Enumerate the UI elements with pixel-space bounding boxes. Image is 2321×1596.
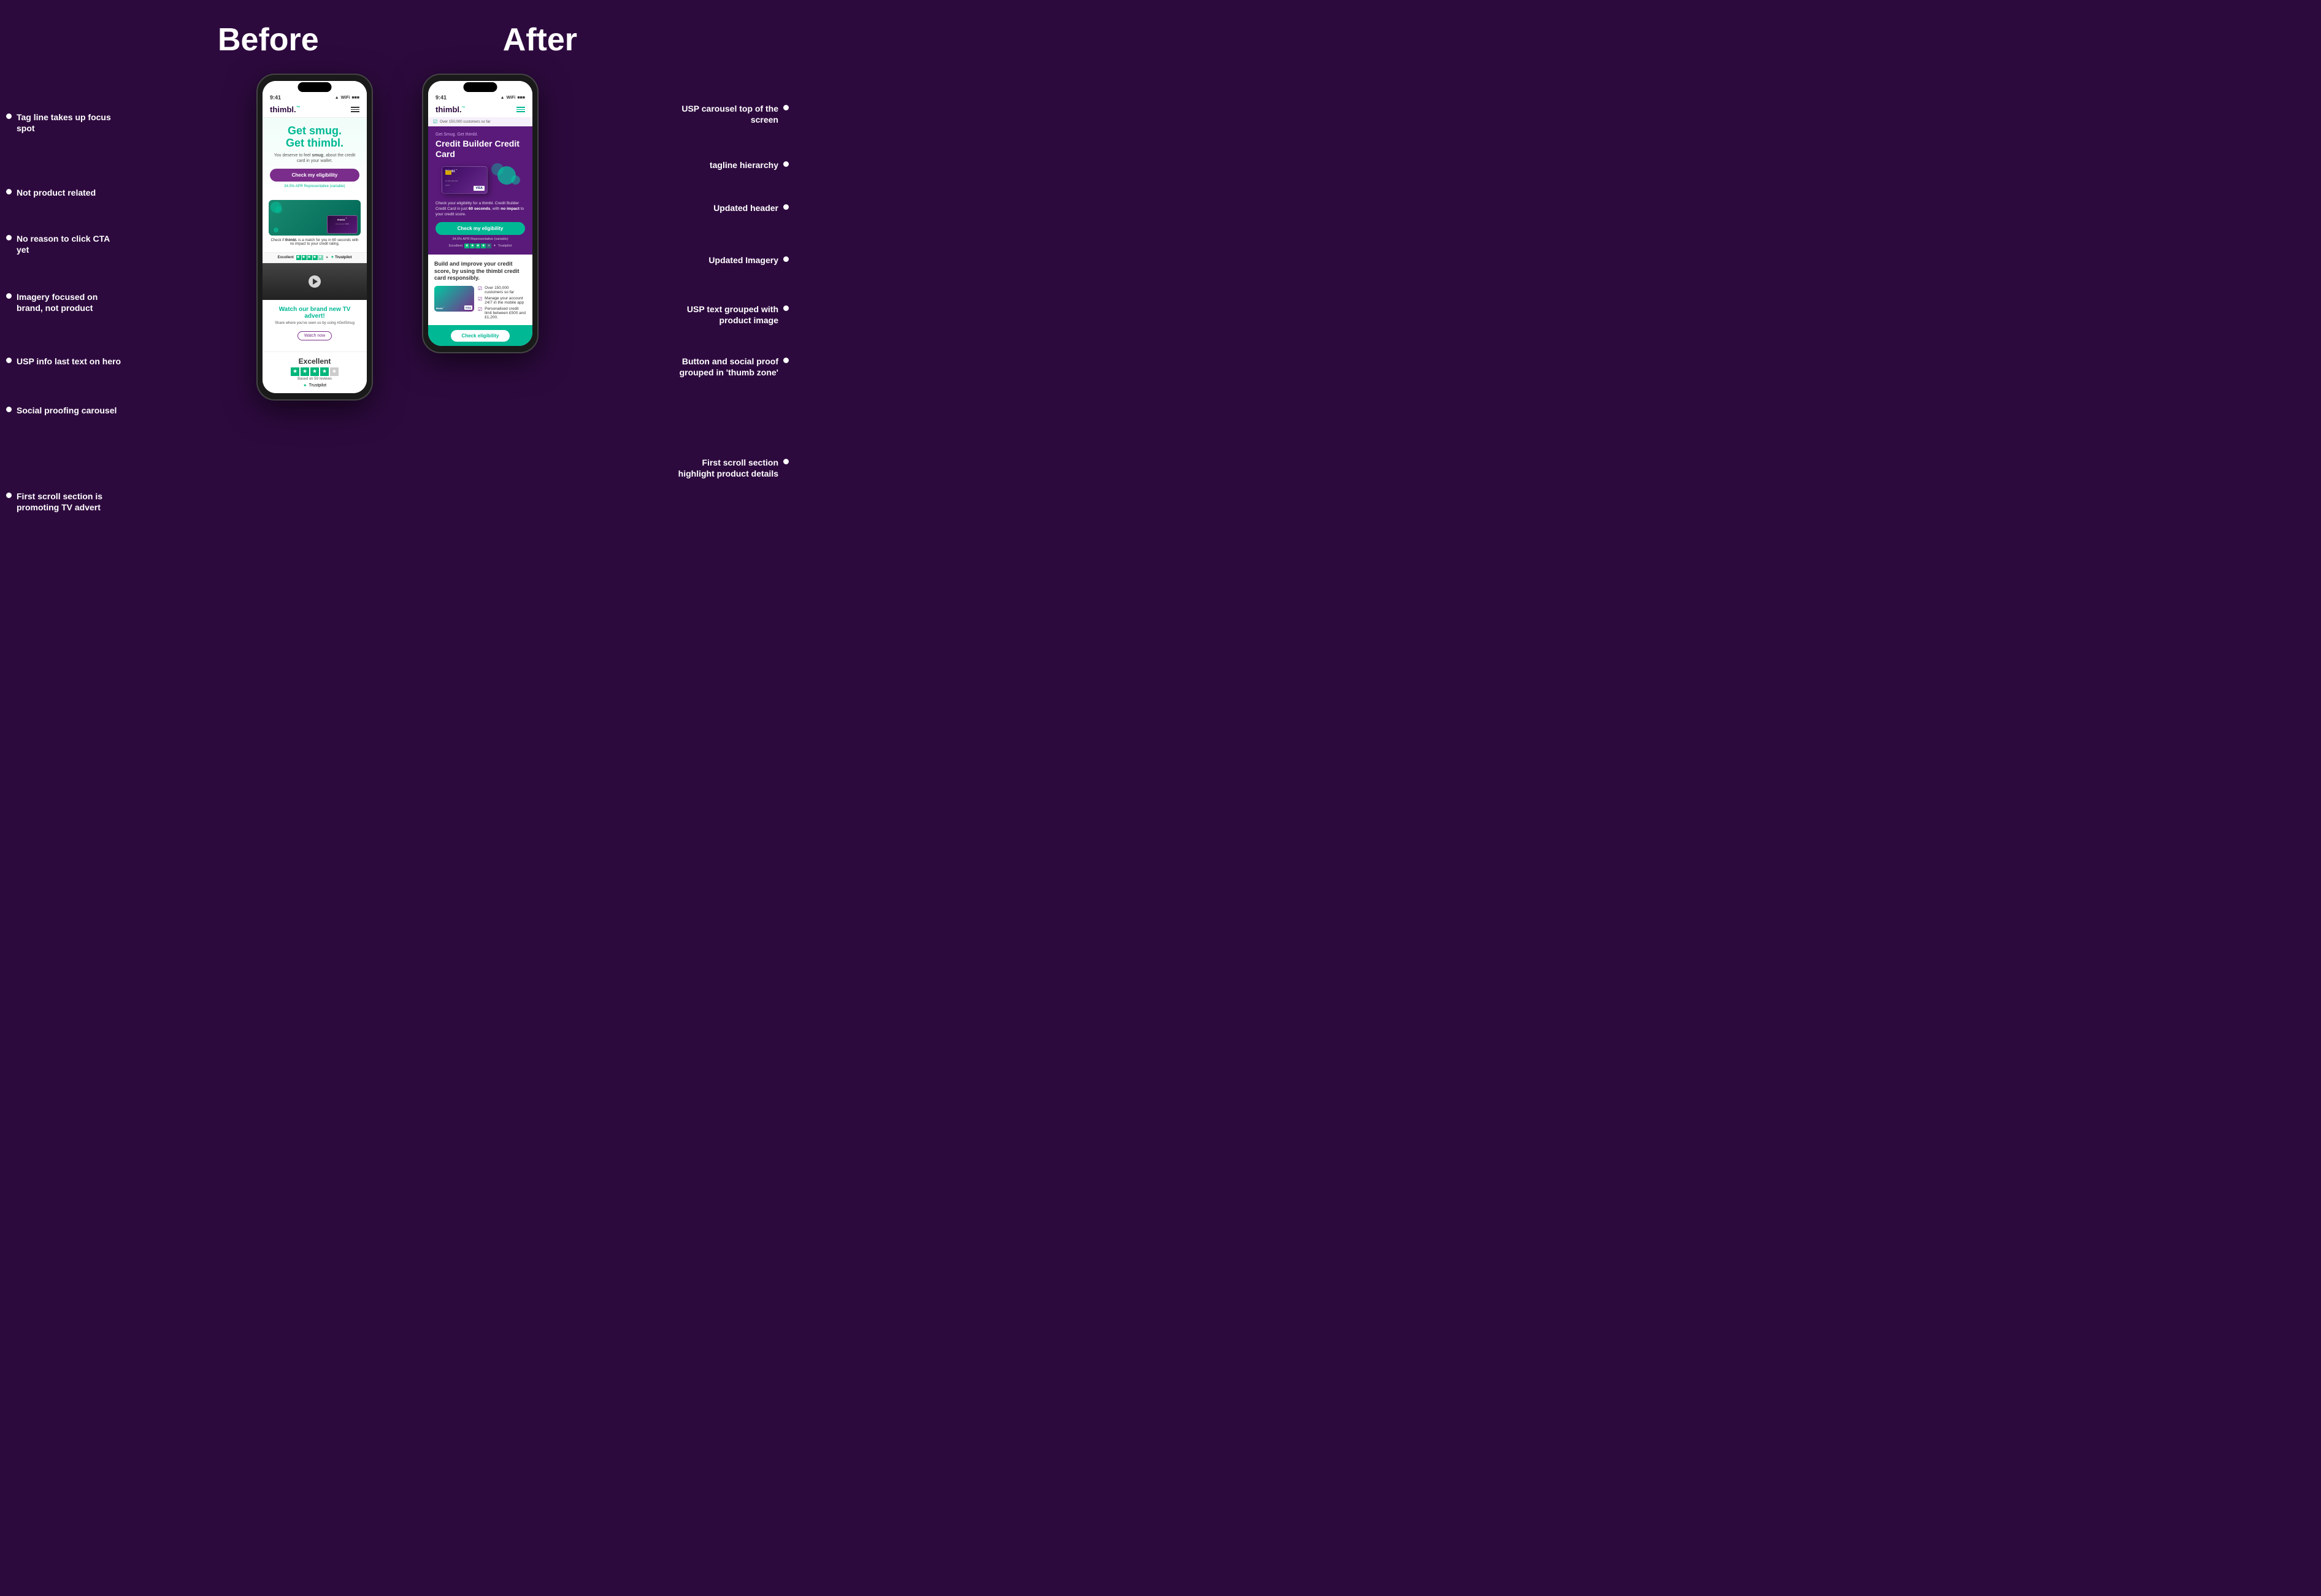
after-cta-button[interactable]: Check my eligibility — [435, 222, 525, 235]
after-logo: thimbl.™ — [435, 105, 466, 114]
annotation-updated-imagery: Updated Imagery — [708, 255, 789, 266]
annotation-not-product: Not product related — [6, 187, 96, 198]
feature-item-1: ☑ Over 150,000 customers so far — [478, 286, 526, 294]
after-status-icons: ▲ WiFi ■■■ — [501, 96, 525, 100]
before-screen: 9:41 ▲ WiFi ■■■ thimbl.™ — [263, 81, 367, 393]
annotation-first-scroll-right: First scroll section highlight product d… — [666, 457, 789, 479]
titles-row: Before After — [0, 0, 795, 58]
before-tv-title: Watch our brand new TV advert! — [269, 306, 361, 320]
after-scroll-title: Build and improve your credit score, by … — [434, 261, 526, 282]
bullet-dot — [6, 358, 12, 363]
after-card-visual: thimbl.™ •• •••• •••• •••• 12/27 VISA — [435, 163, 525, 197]
annotation-no-reason: No reason to click CTA yet — [6, 233, 123, 255]
before-trustpilot-text: Trustpilot — [309, 383, 327, 388]
feature-item-2: ☑ Manage your account 24/7 in the mobile… — [478, 296, 526, 305]
annotation-updated-header: Updated header — [713, 202, 789, 213]
before-play-button[interactable] — [309, 275, 321, 288]
before-tv-section: Watch our brand new TV advert! Share whe… — [263, 300, 367, 351]
after-nav: thimbl.™ — [428, 102, 532, 117]
bullet-dot — [6, 493, 12, 498]
after-phone-frame: 9:41 ▲ WiFi ■■■ thimbl.™ — [422, 74, 539, 353]
card-overlay: thimbl.™ •••• •••• •••• 1234 — [327, 215, 358, 234]
main-wrapper: Before After Tag line takes up focus spo… — [0, 0, 795, 548]
annotation-tagline: Tag line takes up focus spot — [6, 112, 123, 134]
after-screen: 9:41 ▲ WiFi ■■■ thimbl.™ — [428, 81, 532, 346]
before-watch-button[interactable]: Watch now — [297, 331, 332, 340]
after-usp-banner: ☑ Over 150,000 customers so far — [428, 117, 532, 126]
after-feature-list: ☑ Over 150,000 customers so far ☑ Manage… — [478, 286, 526, 321]
after-scroll-section: Build and improve your credit score, by … — [428, 255, 532, 325]
dynamic-island-after — [464, 82, 497, 92]
usp-check-icon: ☑ — [433, 119, 437, 125]
before-trustpilot-bar: Excellent ★ ✦ Trustpilot — [263, 252, 367, 263]
credit-card-image: thimbl.™ •• •••• •••• •••• 12/27 VISA — [442, 166, 488, 194]
before-phone: 9:41 ▲ WiFi ■■■ thimbl.™ — [256, 74, 373, 401]
annotation-tagline-hierarchy: tagline hierarchy — [710, 159, 789, 171]
after-apr: 34.5% APR Representative (variable) — [435, 237, 525, 241]
annotation-usp-carousel: USP carousel top of the screen — [666, 103, 789, 125]
annotation-first-scroll: First scroll section is promoting TV adv… — [6, 491, 123, 513]
after-bottom-cta-button[interactable]: Check eligibility — [451, 330, 510, 342]
before-apr: 34.5% APR Representative (variable) — [270, 185, 359, 188]
after-usp-banner-text: Over 150,000 customers so far — [440, 120, 490, 124]
bullet-dot — [6, 407, 12, 412]
before-sub-text: You deserve to feel smug, about the cred… — [270, 153, 359, 164]
after-stars: ★ ★ ★ ★ ★ — [464, 244, 491, 248]
before-check-text: Check if thimbl. is a match for you in 6… — [269, 239, 361, 246]
before-time: 9:41 — [270, 94, 281, 101]
dynamic-island-before — [298, 82, 332, 92]
after-trustpilot: Excellent ★ ★ ★ ★ ★ ✦ Trustpilot — [435, 244, 525, 248]
before-hero-image: thimbl.™ •••• •••• •••• 1234 — [269, 200, 361, 236]
before-trustpilot-logo: ✦ Trustpilot — [331, 255, 351, 259]
after-scroll-card: thimbl.™ VISA — [434, 286, 474, 312]
before-tagline: Get smug. Get thimbl. — [270, 125, 359, 150]
annotation-usp-info: USP info last text on hero — [6, 356, 121, 367]
before-trustpilot-full: ✦ Trustpilot — [267, 383, 362, 388]
annotation-social-proof: Social proofing carousel — [6, 405, 117, 416]
before-tv-sub: Share where you've seen us by using #Get… — [269, 321, 361, 325]
bullet-dot — [6, 189, 12, 194]
after-main-title: Credit Builder Credit Card — [435, 139, 525, 159]
feature-item-3: ☑ Personalised credit limit between £500… — [478, 307, 526, 320]
annotation-button-social: Button and social proof grouped in 'thum… — [666, 356, 789, 378]
bullet-dot — [6, 293, 12, 299]
after-hamburger[interactable] — [516, 107, 525, 112]
bullet-dot — [6, 113, 12, 119]
after-phone: 9:41 ▲ WiFi ■■■ thimbl.™ — [422, 74, 539, 353]
annotation-usp-grouped: USP text grouped with product image — [666, 304, 789, 326]
before-nav: thimbl.™ — [263, 102, 367, 118]
play-triangle — [313, 278, 318, 285]
before-video-section — [263, 263, 367, 300]
before-status-icons: ▲ WiFi ■■■ — [335, 96, 359, 100]
before-hamburger[interactable] — [351, 107, 359, 112]
before-excellent-section: Excellent ★ ★ ★ ★ ★ Based on 59 reviews … — [263, 351, 367, 393]
before-hero: Get smug. Get thimbl. You deserve to fee… — [263, 118, 367, 196]
after-card-features-row: thimbl.™ VISA ☑ Over 150,000 customers s… — [434, 286, 526, 321]
after-hero: Get Smug. Get thimbl. Credit Builder Cre… — [428, 126, 532, 255]
before-stars — [296, 255, 323, 260]
before-excellent-stars: ★ ★ ★ ★ ★ — [267, 367, 362, 376]
after-bottom-cta: Check eligibility — [428, 325, 532, 346]
before-excellent-title: Excellent — [267, 357, 362, 366]
after-usp-text: Check your eligibility for a thimbl. Cre… — [435, 201, 525, 217]
before-based-on: Based on 59 reviews — [267, 377, 362, 381]
before-title: Before — [218, 21, 319, 58]
after-small-tag: Get Smug. Get thimbl. — [435, 132, 525, 137]
bullet-dot — [6, 235, 12, 240]
annotation-imagery: Imagery focused on brand, not product — [6, 291, 123, 313]
before-cta-button[interactable]: Check my eligibility — [270, 169, 359, 182]
after-time: 9:41 — [435, 94, 447, 101]
before-phone-frame: 9:41 ▲ WiFi ■■■ thimbl.™ — [256, 74, 373, 401]
after-title: After — [503, 21, 577, 58]
before-logo: thimbl.™ — [270, 105, 301, 114]
before-image-section: thimbl.™ •••• •••• •••• 1234 Check if th… — [263, 196, 367, 252]
